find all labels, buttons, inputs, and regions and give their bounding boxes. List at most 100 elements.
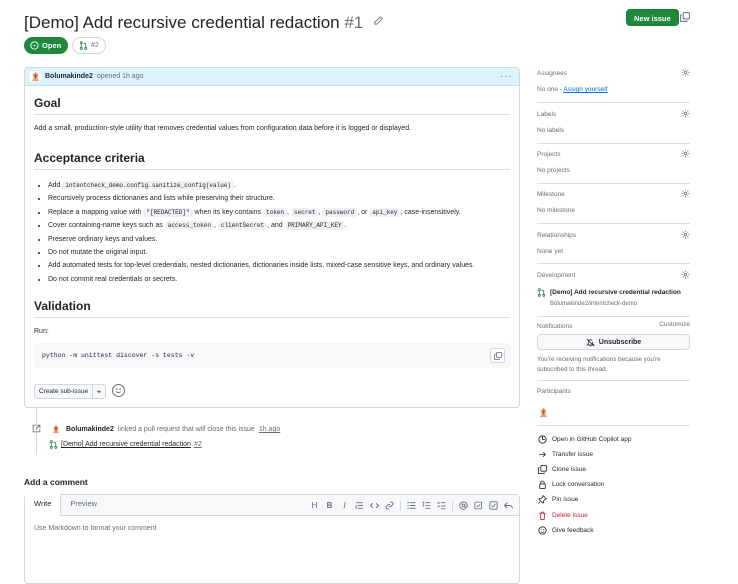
list-item: Add intentcheck_demo.config.sanitize_con…	[48, 179, 510, 192]
new-issue-button[interactable]: New issue	[626, 9, 679, 26]
state-label: Open	[42, 41, 62, 50]
gear-icon[interactable]	[681, 230, 690, 241]
bold-icon[interactable]: B	[325, 501, 334, 510]
copilot-icon	[537, 434, 547, 444]
italic-icon[interactable]: I	[340, 501, 349, 510]
labels-value: No labels	[537, 127, 565, 134]
link-icon[interactable]	[385, 501, 394, 510]
customize-link[interactable]: Customize	[659, 321, 690, 328]
comment-textarea[interactable]	[25, 517, 519, 540]
comment-body: Goal Add a small, production-style utili…	[25, 96, 519, 335]
pull-request-icon	[79, 41, 88, 50]
sidebar-divider	[537, 143, 690, 144]
ordered-list-icon[interactable]	[422, 501, 431, 510]
comment-header: Bolumakinde2 opened 1h ago ···	[25, 68, 519, 86]
add-reaction-icon[interactable]	[112, 384, 125, 397]
action-open-copilot[interactable]: Open in GitHub Copilot app	[537, 434, 632, 444]
create-subissue-label[interactable]: Create sub-issue	[35, 385, 94, 398]
mention-icon[interactable]	[459, 501, 468, 510]
run-label: Run:	[34, 328, 49, 336]
projects-value: No projects	[537, 167, 570, 174]
assign-yourself-link[interactable]: Assign yourself	[563, 86, 607, 93]
unordered-list-icon[interactable]	[407, 501, 416, 510]
action-clone[interactable]: Clone issue	[537, 464, 586, 474]
chevron-down-icon[interactable]	[93, 385, 105, 398]
event-author[interactable]: Bolumakinde2	[66, 426, 114, 433]
list-item: Do not mutate the original input.	[48, 246, 510, 259]
dev-pr-title[interactable]: [Demo] Add recursive credential redactio…	[550, 289, 681, 296]
sidebar-development: Development [Demo] Add recursive credent…	[537, 270, 690, 307]
gear-icon[interactable]	[681, 68, 690, 79]
action-feedback[interactable]: Give feedback	[537, 525, 594, 535]
heading-icon[interactable]: H	[310, 501, 319, 510]
issue-title-text: [Demo] Add recursive credential redactio…	[24, 13, 340, 32]
action-lock[interactable]: Lock conversation	[537, 479, 604, 489]
sidebar-divider	[537, 425, 690, 426]
more-options-icon[interactable]: ···	[500, 71, 513, 82]
list-item: Preserve ordinary keys and values.	[48, 233, 510, 246]
list-item: Recursively process dictionaries and lis…	[48, 192, 510, 205]
smiley-icon	[537, 525, 547, 535]
task-list-icon[interactable]	[437, 501, 446, 510]
action-transfer[interactable]: Transfer issue	[537, 449, 593, 459]
linked-pr-number: #2	[91, 42, 99, 49]
gear-icon[interactable]	[681, 189, 690, 200]
gear-icon[interactable]	[681, 270, 690, 281]
add-comment-heading: Add a comment	[24, 477, 88, 487]
linked-pr-title[interactable]: [Demo] Add recursive credential redactio…	[61, 441, 191, 448]
sidebar-divider	[537, 263, 690, 264]
linked-pr-link[interactable]: [Demo] Add recursive credential redactio…	[49, 440, 202, 449]
criteria-list: Add intentcheck_demo.config.sanitize_con…	[34, 179, 510, 286]
code-icon[interactable]	[370, 501, 379, 510]
pencil-icon[interactable]	[374, 10, 383, 30]
criteria-heading: Acceptance criteria	[34, 151, 510, 170]
state-badge: Open	[24, 37, 69, 54]
sidebar-labels: Labels No labels	[537, 109, 690, 134]
tab-write[interactable]: Write	[25, 494, 62, 516]
sidebar-divider	[537, 380, 690, 381]
unsubscribe-button[interactable]: Unsubscribe	[537, 334, 690, 350]
event-time[interactable]: 1h ago	[259, 426, 280, 433]
timeline-event: Bolumakinde2 linked a pull request that …	[32, 424, 280, 435]
tab-preview[interactable]: Preview	[61, 494, 106, 515]
bell-slash-icon	[586, 338, 595, 346]
development-pr[interactable]: [Demo] Add recursive credential redactio…	[537, 288, 690, 307]
reply-icon[interactable]	[504, 501, 513, 510]
code-block: python -m unittest discover -s tests -v	[34, 343, 511, 368]
pin-icon	[537, 494, 547, 504]
action-pin[interactable]: Pin issue	[537, 494, 578, 504]
sidebar-relationships: Relationships None yet	[537, 230, 690, 255]
avatar[interactable]	[51, 424, 62, 435]
copy-icon[interactable]	[490, 348, 505, 363]
pull-request-icon	[49, 440, 58, 449]
clone-icon	[537, 464, 547, 474]
list-item: Cover containing-name keys such as acces…	[48, 219, 510, 232]
linked-pr-num[interactable]: #2	[194, 441, 202, 448]
issue-body-comment: Bolumakinde2 opened 1h ago ··· Goal Add …	[24, 67, 520, 408]
lock-icon	[537, 479, 547, 489]
comment-author[interactable]: Bolumakinde2	[45, 73, 93, 80]
avatar[interactable]	[30, 71, 41, 82]
saved-replies-icon[interactable]	[489, 501, 498, 510]
linked-pr-chip[interactable]: #2	[72, 37, 106, 54]
arrow-right-icon	[537, 449, 547, 459]
goal-text: Add a small, production-style utility th…	[34, 125, 412, 132]
action-delete[interactable]: Delete issue	[537, 510, 588, 520]
development-title: Development	[537, 272, 576, 279]
relationships-value: None yet	[537, 248, 564, 255]
assignees-title: Assignees	[537, 70, 567, 77]
cross-reference-icon	[32, 424, 41, 435]
sidebar-divider	[537, 223, 690, 224]
reference-icon[interactable]	[474, 501, 483, 510]
gear-icon[interactable]	[681, 109, 690, 120]
issue-number: #1	[344, 13, 364, 32]
unsubscribe-label[interactable]: Unsubscribe	[599, 339, 641, 346]
pull-request-icon	[537, 288, 546, 297]
avatar[interactable]	[538, 407, 549, 418]
sidebar-participants: Participants	[537, 388, 690, 418]
copy-link-icon[interactable]	[680, 12, 690, 24]
gear-icon[interactable]	[681, 149, 690, 160]
quote-icon[interactable]	[355, 501, 364, 510]
assignees-value: No one - Assign yourself	[537, 86, 608, 93]
create-subissue-button[interactable]: Create sub-issue	[34, 384, 107, 399]
